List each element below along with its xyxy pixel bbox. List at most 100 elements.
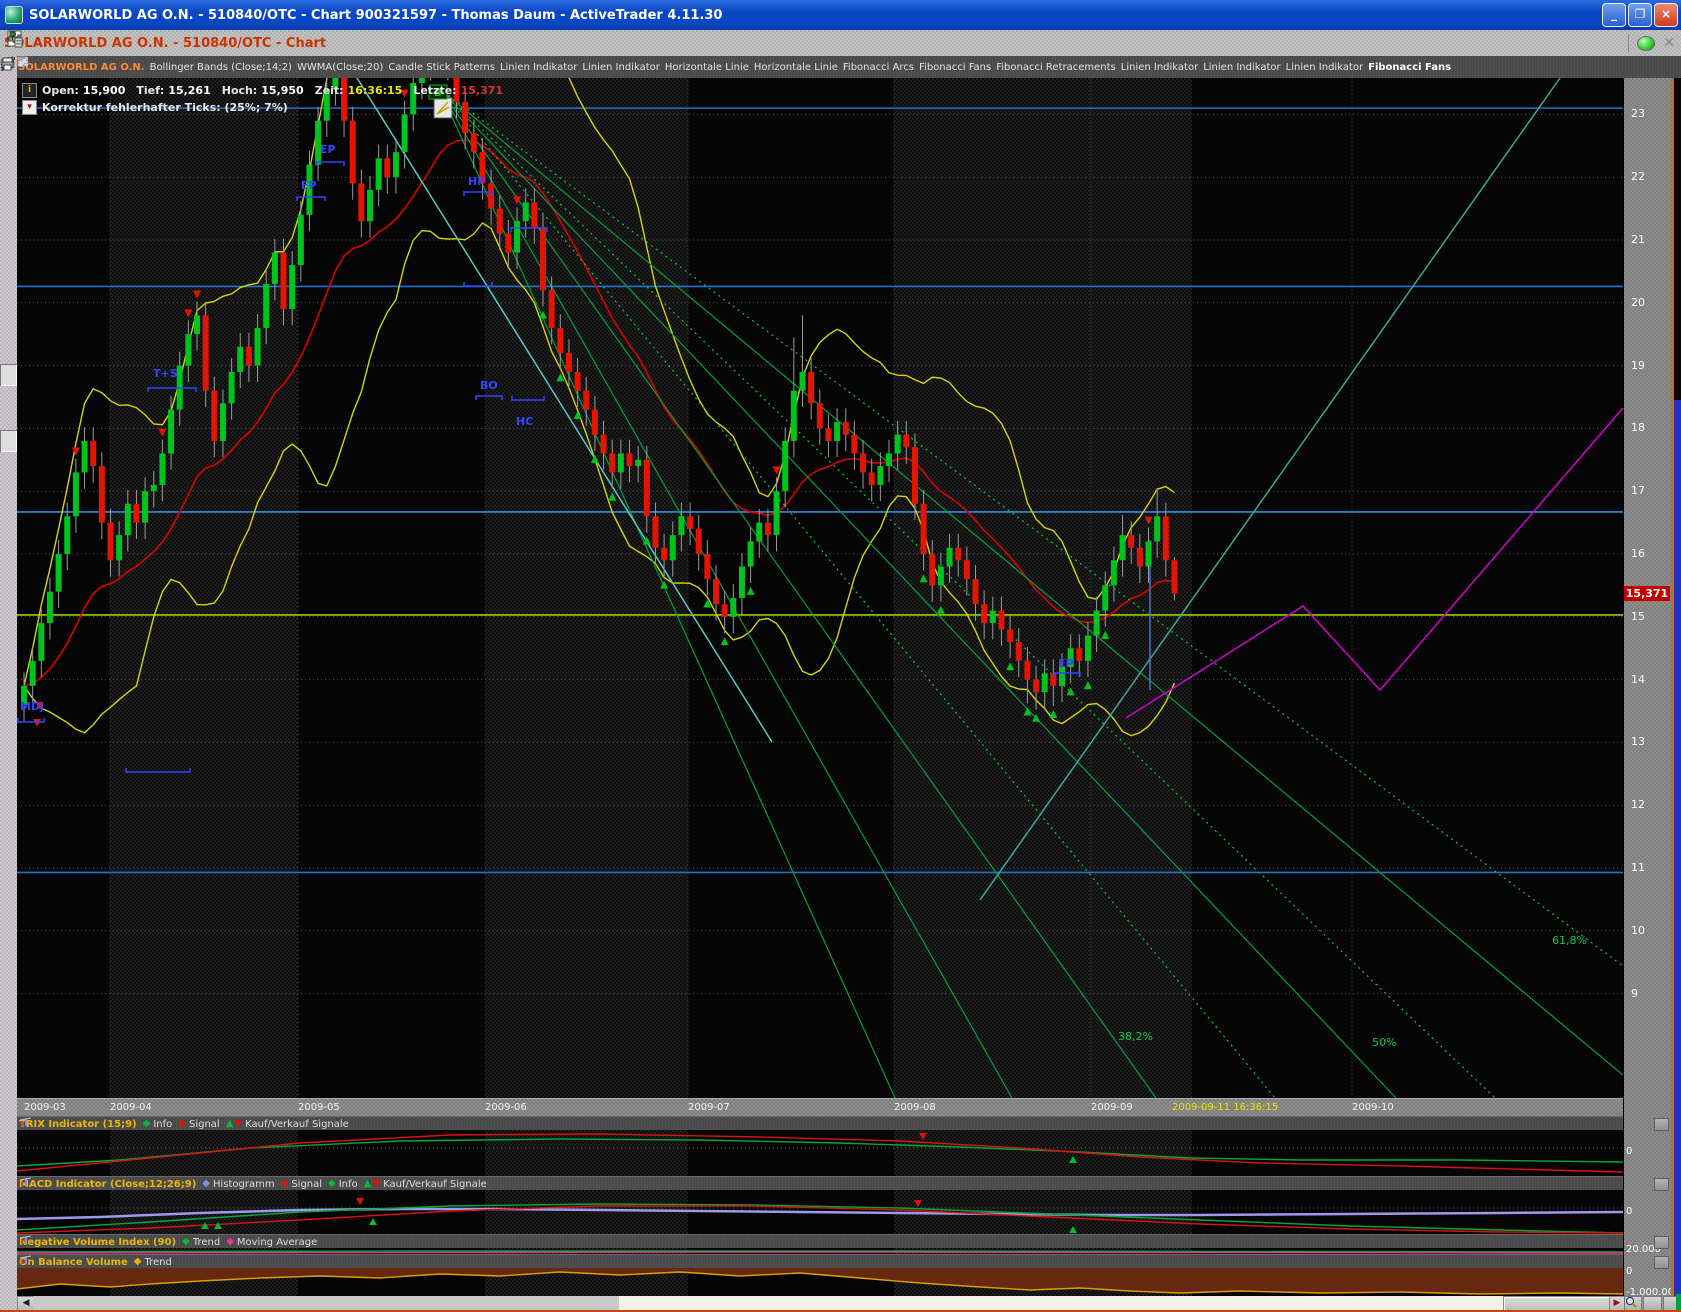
candle-body[interactable] (151, 485, 157, 491)
candle-body[interactable] (358, 183, 364, 221)
candle-body[interactable] (921, 504, 927, 554)
candle-body[interactable] (462, 102, 468, 133)
legend-item[interactable]: ◆Histogramm (202, 1179, 274, 1190)
panel-plot-trix[interactable] (0, 1130, 1681, 1176)
candle-body[interactable] (947, 548, 953, 567)
candle-body[interactable] (834, 422, 840, 441)
candle-body[interactable] (730, 598, 736, 617)
candle-body[interactable] (108, 523, 114, 561)
candle-body[interactable] (1102, 585, 1108, 610)
candle-body[interactable] (756, 523, 762, 542)
candle-body[interactable] (505, 234, 511, 253)
indicator-item-6[interactable]: Horizontale Linie (664, 62, 750, 73)
legend-item[interactable]: ◆Info (328, 1179, 358, 1190)
candle-body[interactable] (514, 221, 520, 252)
candle-body[interactable] (1076, 648, 1082, 661)
candle-body[interactable] (1085, 636, 1091, 661)
candle-body[interactable] (696, 529, 702, 554)
candle-body[interactable] (609, 454, 615, 473)
legend-item[interactable]: ◆Trend (134, 1257, 172, 1268)
candle-body[interactable] (765, 523, 771, 536)
candle-body[interactable] (393, 152, 399, 177)
panel-plot-obv[interactable] (0, 1268, 1681, 1296)
candle-body[interactable] (1154, 516, 1160, 541)
candle-body[interactable] (263, 284, 269, 328)
candle-body[interactable] (1016, 642, 1022, 661)
indicator-item-14[interactable]: Fibonacci Fans (1367, 62, 1452, 73)
candle-body[interactable] (471, 133, 477, 152)
candle-body[interactable] (56, 554, 62, 592)
candle-body[interactable] (601, 435, 607, 454)
candle-body[interactable] (1024, 661, 1030, 680)
candle-body[interactable] (1120, 535, 1126, 560)
candle-body[interactable] (194, 315, 200, 334)
candle-body[interactable] (1146, 541, 1152, 566)
indicator-item-13[interactable]: Linien Indikator (1285, 62, 1364, 73)
candle-body[interactable] (575, 372, 581, 391)
candle-body[interactable] (739, 567, 745, 598)
indicator-item-0[interactable]: SOLARWORLD AG O.N. (17, 62, 146, 73)
candle-body[interactable] (281, 253, 287, 310)
candle-body[interactable] (817, 403, 823, 428)
candle-body[interactable] (185, 334, 191, 365)
candle-body[interactable] (644, 460, 650, 517)
candle-body[interactable] (635, 460, 641, 466)
candle-body[interactable] (540, 227, 546, 290)
candle-body[interactable] (557, 328, 563, 353)
candle-body[interactable] (903, 435, 909, 448)
candle-body[interactable] (289, 265, 295, 309)
main-chart[interactable]: 38,2%50%61,8%MDjT+SEPEPHPHCBOEPB i Open:… (0, 78, 1681, 1098)
candle-body[interactable] (990, 611, 996, 624)
legend-item[interactable]: ◆Trend (182, 1237, 220, 1248)
candle-body[interactable] (687, 516, 693, 529)
candle-body[interactable] (895, 435, 901, 454)
candle-body[interactable] (30, 661, 36, 686)
candle-body[interactable] (73, 472, 79, 516)
candle-body[interactable] (851, 435, 857, 454)
candle-body[interactable] (722, 604, 728, 617)
candle-body[interactable] (964, 560, 970, 579)
candle-body[interactable] (47, 592, 53, 623)
candle-body[interactable] (843, 422, 849, 435)
candle-body[interactable] (64, 516, 70, 554)
candlestick-chart-canvas[interactable]: 38,2%50%61,8%MDjT+SEPEPHPHCBOEPB (0, 78, 1681, 1098)
candle-body[interactable] (782, 441, 788, 491)
indicator-item-4[interactable]: Linien Indikator (499, 62, 578, 73)
candle-body[interactable] (1163, 516, 1169, 560)
candle-body[interactable] (955, 548, 961, 561)
indicator-item-1[interactable]: Bollinger Bands (Close;14;2) (149, 62, 293, 73)
close-document-icon[interactable]: ✕ (1663, 35, 1675, 51)
candle-body[interactable] (998, 611, 1004, 630)
candle-body[interactable] (488, 183, 494, 208)
horizontal-scrollbar[interactable]: ◀ ▶ (17, 1296, 1623, 1310)
indicator-item-11[interactable]: Linien Indikator (1120, 62, 1199, 73)
maximize-button[interactable]: ❐ (1628, 3, 1652, 27)
candle-body[interactable] (1094, 611, 1100, 636)
candle-body[interactable] (203, 315, 209, 390)
legend-item[interactable]: ◆Info (143, 1119, 173, 1130)
candle-body[interactable] (376, 158, 382, 189)
indicator-item-10[interactable]: Fibonacci Retracements (995, 62, 1117, 73)
candle-body[interactable] (938, 567, 944, 586)
candle-body[interactable] (627, 454, 633, 467)
close-button[interactable]: × (1654, 3, 1678, 27)
candle-body[interactable] (886, 454, 892, 467)
panel-plot-nvi[interactable] (0, 1248, 1681, 1254)
candle-body[interactable] (981, 604, 987, 623)
candle-body[interactable] (402, 114, 408, 152)
candle-body[interactable] (748, 541, 754, 566)
candle-body[interactable] (497, 209, 503, 234)
candle-body[interactable] (661, 548, 667, 561)
candle-body[interactable] (255, 328, 261, 366)
legend-item[interactable]: ◆Moving Average (226, 1237, 317, 1248)
candle-body[interactable] (1007, 629, 1013, 642)
candle-body[interactable] (618, 454, 624, 473)
panel-plot-macd[interactable] (0, 1190, 1681, 1234)
indicator-item-2[interactable]: WWMA(Close;20) (296, 62, 384, 73)
candle-body[interactable] (869, 472, 875, 485)
candle-body[interactable] (1171, 560, 1177, 593)
candle-body[interactable] (211, 391, 217, 441)
indicator-item-5[interactable]: Linien Indikator (581, 62, 660, 73)
candle-body[interactable] (229, 372, 235, 403)
legend-item[interactable]: ▲▼Kauf/Verkauf Signale (364, 1179, 487, 1190)
